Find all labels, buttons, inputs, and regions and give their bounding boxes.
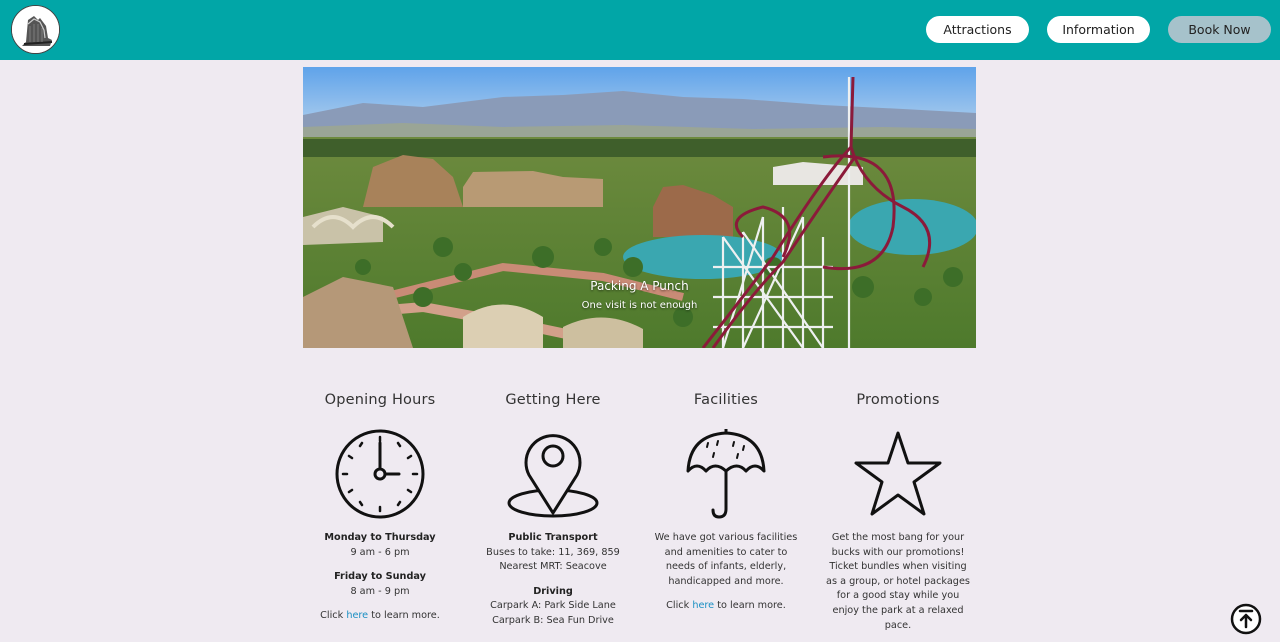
driving-heading: Driving	[533, 585, 573, 597]
nav-information-button[interactable]: Information	[1047, 16, 1150, 43]
hours-heading-weekend: Friday to Sunday	[334, 571, 426, 583]
transport-heading: Public Transport	[508, 532, 598, 543]
transport-line-mrt: Nearest MRT: Seacove	[499, 561, 607, 573]
getting-here-title: Getting Here	[505, 392, 601, 408]
clock-icon	[335, 429, 425, 519]
scroll-to-top-button[interactable]	[1230, 603, 1262, 635]
hero-banner: Packing A Punch One visit is not enough	[303, 67, 976, 348]
hero-title: Packing A Punch	[590, 279, 689, 293]
hours-weekend: 8 am - 9 pm	[350, 585, 410, 597]
facilities-section: Facilities We have got various facilitie…	[644, 392, 808, 614]
roller-coaster-logo-icon	[12, 6, 59, 53]
hours-heading-weekday: Monday to Thursday	[324, 532, 436, 543]
hours-here-link[interactable]: here	[346, 610, 368, 621]
umbrella-icon	[686, 429, 766, 519]
book-now-button[interactable]: Book Now	[1168, 16, 1271, 43]
facilities-description: We have got various facilities and ameni…	[654, 532, 798, 587]
park-logo[interactable]	[11, 5, 60, 54]
promotions-section: Promotions Get the most bang for your bu…	[816, 392, 980, 633]
cta-prefix: Click	[320, 610, 347, 622]
promotions-title: Promotions	[856, 392, 940, 408]
facilities-learn-more: Click here to learn more.	[644, 599, 808, 614]
hours-weekday: 9 am - 6 pm	[350, 546, 410, 558]
hero-subtitle: One visit is not enough	[581, 300, 698, 311]
cta-suffix: to learn more.	[368, 610, 440, 622]
driving-line-carpark-b: Carpark B: Sea Fun Drive	[492, 614, 614, 626]
nav-attractions-button[interactable]: Attractions	[926, 16, 1029, 43]
hours-learn-more: Click here to learn more.	[298, 609, 462, 624]
facilities-title: Facilities	[693, 392, 759, 408]
promotions-description: Get the most bang for your bucks with ou…	[826, 532, 970, 631]
cta-suffix: to learn more.	[714, 600, 786, 612]
opening-hours-title: Opening Hours	[324, 392, 436, 408]
transport-line-buses: Buses to take: 11, 369, 859	[486, 546, 620, 558]
opening-hours-section: Opening Hours Monday to Thursday 9 am - …	[298, 392, 462, 624]
cta-prefix: Click	[666, 600, 693, 612]
arrow-up-circle-icon	[1230, 603, 1262, 635]
driving-line-carpark-a: Carpark A: Park Side Lane	[490, 600, 616, 612]
location-pin-icon	[507, 434, 599, 518]
star-icon	[854, 431, 942, 516]
getting-here-section: Getting Here Public Transport Buses to t…	[471, 392, 635, 629]
top-navigation-bar: Attractions Information Book Now	[0, 0, 1280, 60]
facilities-here-link[interactable]: here	[692, 600, 714, 611]
